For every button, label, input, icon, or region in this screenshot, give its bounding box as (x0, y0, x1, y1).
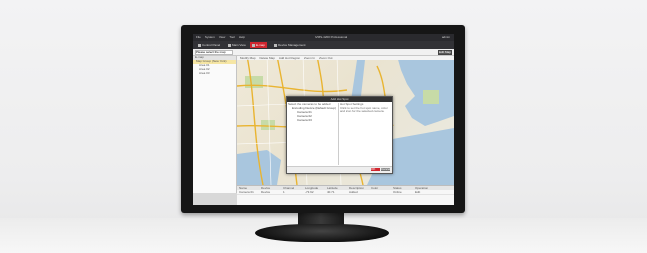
column-header[interactable]: Description (347, 187, 369, 190)
column-header[interactable]: Longitude (303, 187, 325, 190)
zoom-out-button[interactable]: Zoom Out (319, 56, 332, 60)
left-panel: E-map Map Group (New York) Area 01 Area … (193, 56, 237, 193)
tab-label: E-map (256, 42, 265, 47)
settings-column: Hot Spot Settings Click to set the hot s… (340, 103, 390, 165)
user-name[interactable]: admin (442, 36, 450, 39)
menu-file[interactable]: File (196, 36, 201, 39)
tree-item-camera[interactable]: Camera 03 (288, 119, 338, 123)
tab-device-management[interactable]: Device Management (272, 42, 308, 48)
app-title: iVMS-4200 Professional (315, 35, 348, 39)
table-cell: Added (349, 190, 358, 194)
column-header[interactable]: Device (259, 187, 281, 190)
settings-note: Click to set the hot spot name, color an… (340, 106, 388, 114)
map-toolbar: Modify Map Delete Map Add Hot Region Zoo… (237, 56, 454, 60)
camera-list-column: Select the cameras to be added Encoding … (288, 103, 339, 165)
edit-map-button[interactable]: Edit Map (438, 50, 452, 55)
dialog-body: Select the cameras to be added Encoding … (287, 102, 392, 166)
map-park (423, 90, 439, 104)
server-icon (274, 43, 277, 47)
add-hot-region-button[interactable]: Add Hot Region (279, 56, 300, 60)
add-hot-spot-dialog: Add Hot Spot Select the cameras to be ad… (286, 96, 393, 174)
column-header[interactable]: Latitude (325, 187, 347, 190)
tab-label: Control Panel (202, 42, 221, 47)
table-cell: Camera 01 (239, 190, 254, 194)
column-header[interactable]: Operation (413, 187, 435, 190)
map-pin-icon (252, 43, 255, 47)
tab-label: Device Management (278, 42, 306, 47)
menu-tool[interactable]: Tool (229, 36, 235, 39)
table-cell: Online (393, 190, 402, 194)
monitor-stand-base (255, 224, 389, 242)
menu-bar: File System View Tool Help (196, 36, 245, 39)
delete-map-button[interactable]: Delete Map (260, 56, 275, 60)
tab-e-map[interactable]: E-map (250, 42, 267, 48)
column-header[interactable]: Name (237, 187, 259, 190)
map-water (237, 150, 281, 185)
tab-bar: Control Panel Main View E-map Device Man… (193, 41, 454, 49)
ok-button[interactable]: OK (371, 168, 380, 171)
column-header[interactable]: Channel (281, 187, 303, 190)
camera-icon (228, 43, 231, 47)
map-park (261, 120, 275, 130)
tree-item-area[interactable]: Area 03 (193, 72, 236, 76)
modify-map-button[interactable]: Modify Map (240, 56, 256, 60)
dialog-footer: OK Cancel (287, 166, 392, 173)
tab-main-view[interactable]: Main View (226, 42, 248, 48)
table-header: Name Device Channel Longitude Latitude D… (237, 186, 454, 190)
table-cell: Device (261, 190, 271, 194)
table-cell[interactable]: Edit (413, 191, 435, 194)
column-header[interactable]: Color (369, 187, 391, 190)
title-bar: File System View Tool Help iVMS-4200 Pro… (193, 34, 454, 41)
grid-icon (198, 43, 201, 47)
monitor-screen: File System View Tool Help iVMS-4200 Pro… (193, 34, 454, 205)
map-park (245, 76, 263, 88)
menu-view[interactable]: View (219, 36, 225, 39)
zoom-in-button[interactable]: Zoom In (304, 56, 315, 60)
column-header[interactable]: Status (391, 187, 413, 190)
table-cell: -73.92 (305, 190, 314, 194)
menu-system[interactable]: System (205, 36, 215, 39)
toolbar: Please select the map Edit Map (193, 49, 454, 56)
table-cell: 1 (283, 190, 285, 194)
table-cell: 40.71 (327, 190, 335, 194)
menu-help[interactable]: Help (239, 36, 245, 39)
tab-control-panel[interactable]: Control Panel (196, 42, 222, 48)
cancel-button[interactable]: Cancel (381, 168, 390, 171)
table-row[interactable]: Camera 01 Device 1 -73.92 40.71 Added On… (237, 190, 454, 195)
hot-spot-table: Name Device Channel Longitude Latitude D… (237, 185, 454, 205)
tab-label: Main View (232, 42, 246, 47)
